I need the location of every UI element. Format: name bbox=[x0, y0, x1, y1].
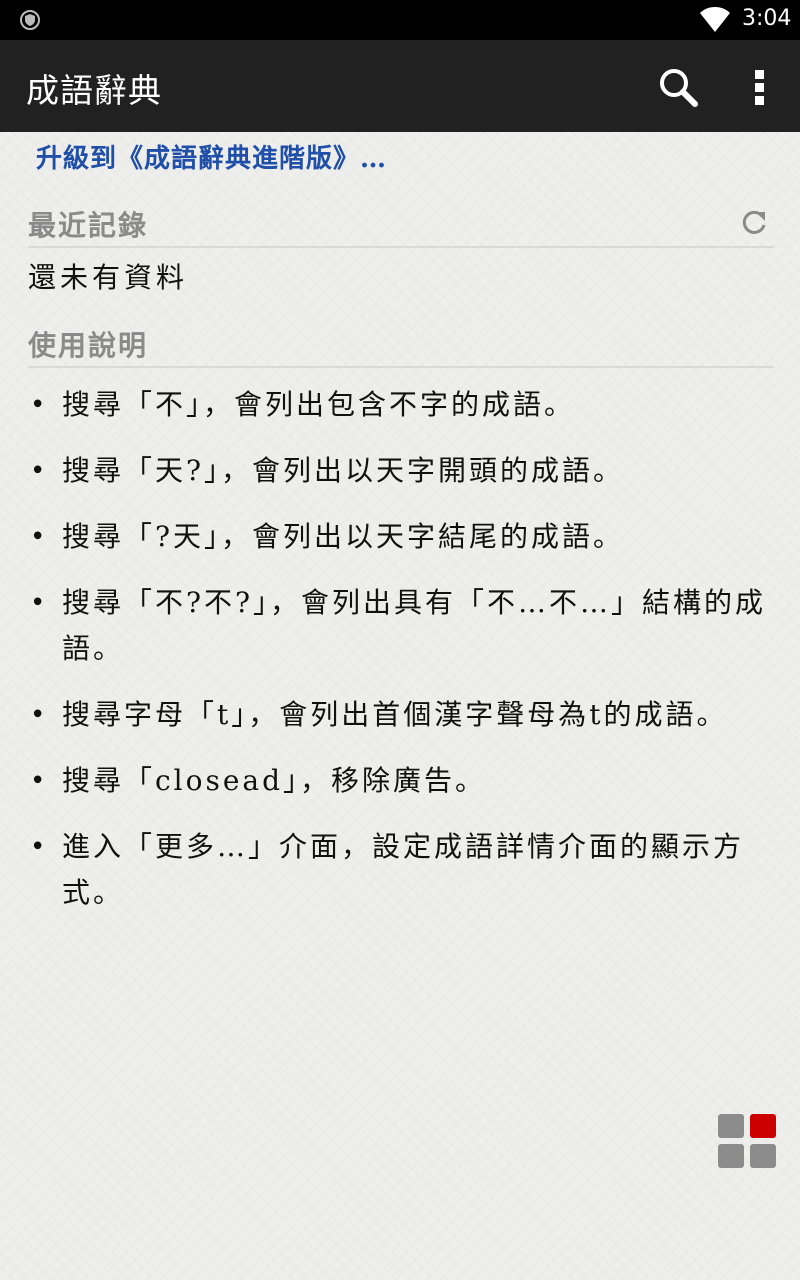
status-time: 3:04 bbox=[742, 6, 792, 31]
app-bar: 成語辭典 bbox=[0, 40, 800, 132]
help-section-header: 使用說明 bbox=[28, 322, 774, 368]
help-item: • 進入「更多…」介面，設定成語詳情介面的顯示方式。 bbox=[28, 824, 773, 916]
search-button[interactable] bbox=[655, 64, 703, 112]
help-item-text: 搜尋「天?」，會列出以天字開頭的成語。 bbox=[62, 454, 625, 487]
bullet-icon: • bbox=[30, 766, 49, 796]
help-item: • 搜尋「?天」，會列出以天字結尾的成語。 bbox=[28, 514, 773, 560]
main-content: 升級到《成語辭典進階版》… 最近記錄 還未有資料 使用說明 • 搜尋「不」，會列出… bbox=[0, 132, 800, 1280]
bullet-icon: • bbox=[30, 588, 49, 618]
overflow-menu-button[interactable] bbox=[740, 64, 780, 112]
help-item: • 搜尋「不」，會列出包含不字的成語。 bbox=[28, 382, 773, 428]
help-item-text: 進入「更多…」介面，設定成語詳情介面的顯示方式。 bbox=[62, 830, 745, 909]
help-item-text: 搜尋「closead」，移除廣告。 bbox=[62, 764, 487, 797]
grid-square bbox=[718, 1114, 744, 1138]
search-icon bbox=[655, 69, 703, 116]
wifi-icon bbox=[700, 7, 730, 33]
help-item-text: 搜尋「不?不?」，會列出具有「不…不…」結構的成語。 bbox=[62, 586, 767, 665]
refresh-icon[interactable] bbox=[740, 208, 768, 238]
app-title: 成語辭典 bbox=[26, 71, 162, 110]
help-item: • 搜尋「天?」，會列出以天字開頭的成語。 bbox=[28, 448, 773, 494]
help-item: • 搜尋字母「t」，會列出首個漢字聲母為t的成語。 bbox=[28, 692, 773, 738]
help-item-text: 搜尋字母「t」，會列出首個漢字聲母為t的成語。 bbox=[62, 698, 728, 731]
grid-square bbox=[750, 1144, 776, 1168]
help-item: • 搜尋「不?不?」，會列出具有「不…不…」結構的成語。 bbox=[28, 580, 773, 672]
help-item-text: 搜尋「不」，會列出包含不字的成語。 bbox=[62, 388, 576, 421]
grid-square-accent bbox=[750, 1114, 776, 1138]
bullet-icon: • bbox=[30, 832, 49, 862]
help-section-title: 使用說明 bbox=[28, 329, 149, 362]
help-item-text: 搜尋「?天」，會列出以天字結尾的成語。 bbox=[62, 520, 625, 553]
bullet-icon: • bbox=[30, 456, 49, 486]
recent-empty-text: 還未有資料 bbox=[28, 261, 189, 294]
bullet-icon: • bbox=[30, 700, 49, 730]
bullet-icon: • bbox=[30, 390, 49, 420]
shield-icon bbox=[20, 10, 40, 30]
status-bar: 3:04 bbox=[0, 0, 800, 40]
grid-square bbox=[718, 1144, 744, 1168]
recent-section-header: 最近記錄 bbox=[28, 202, 774, 248]
more-vert-icon bbox=[740, 70, 780, 116]
help-item: • 搜尋「closead」，移除廣告。 bbox=[28, 758, 773, 804]
bullet-icon: • bbox=[30, 522, 49, 552]
help-list: • 搜尋「不」，會列出包含不字的成語。 • 搜尋「天?」，會列出以天字開頭的成語。 … bbox=[28, 382, 773, 936]
grid-menu-button[interactable] bbox=[718, 1114, 776, 1168]
upgrade-link[interactable]: 升級到《成語辭典進階版》… bbox=[36, 138, 387, 175]
recent-section-title: 最近記錄 bbox=[28, 209, 149, 242]
